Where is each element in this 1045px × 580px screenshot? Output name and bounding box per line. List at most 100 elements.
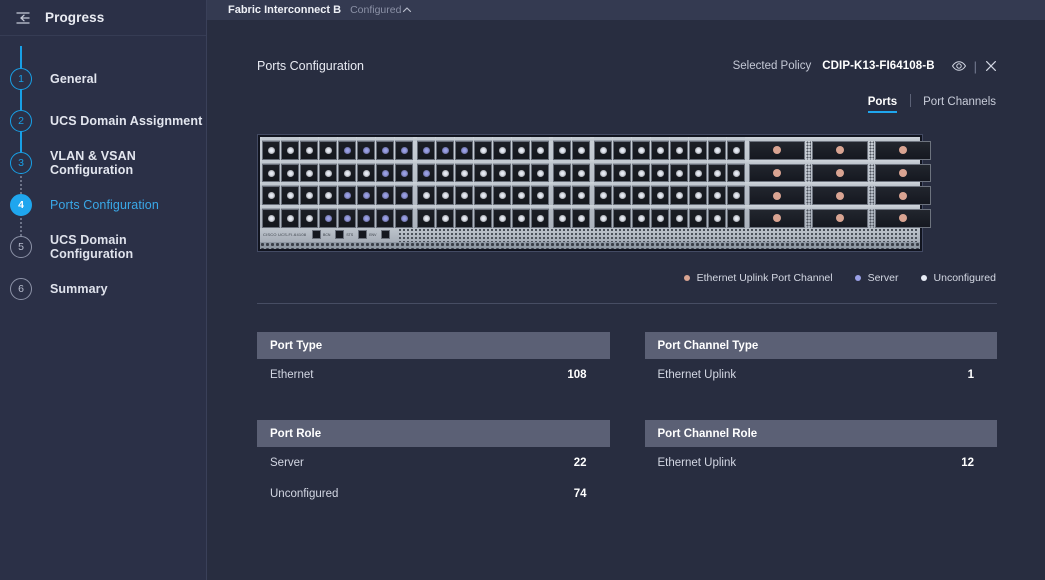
ethernet-port[interactable] <box>708 141 726 160</box>
ethernet-port[interactable] <box>613 163 631 183</box>
ethernet-port[interactable] <box>531 209 549 228</box>
sidebar-step-vlan-vsan-configuration[interactable]: 3 VLAN & VSAN Configuration <box>0 142 206 184</box>
ethernet-port[interactable] <box>594 141 612 160</box>
ethernet-port[interactable] <box>727 186 745 206</box>
ethernet-port[interactable] <box>531 163 549 183</box>
close-icon[interactable] <box>985 60 997 72</box>
ethernet-port[interactable] <box>319 163 337 183</box>
ethernet-port[interactable] <box>281 163 299 183</box>
sidebar-step-ports-configuration[interactable]: 4 Ports Configuration <box>0 184 206 226</box>
ethernet-port[interactable] <box>300 141 318 160</box>
tab-port-channels[interactable]: Port Channels <box>923 96 996 113</box>
ethernet-port[interactable] <box>553 141 571 160</box>
ethernet-port[interactable] <box>512 163 530 183</box>
ethernet-port[interactable] <box>493 209 511 228</box>
ethernet-port[interactable] <box>572 163 590 183</box>
ethernet-port[interactable] <box>417 186 435 206</box>
ethernet-port[interactable] <box>319 209 337 228</box>
ethernet-port[interactable] <box>357 163 375 183</box>
ethernet-port[interactable] <box>553 163 571 183</box>
ethernet-port[interactable] <box>689 186 707 206</box>
ethernet-port[interactable] <box>689 141 707 160</box>
ethernet-port[interactable] <box>651 186 669 206</box>
port-bank-row-2[interactable] <box>260 163 931 183</box>
ethernet-port[interactable] <box>474 163 492 183</box>
ethernet-port[interactable] <box>474 209 492 228</box>
ethernet-port[interactable] <box>436 209 454 228</box>
ethernet-port[interactable] <box>727 163 745 183</box>
sidebar-step-ucs-domain-assignment[interactable]: 2 UCS Domain Assignment <box>0 100 206 142</box>
ethernet-port[interactable] <box>632 141 650 160</box>
ethernet-port[interactable] <box>512 209 530 228</box>
ethernet-port[interactable] <box>572 141 590 160</box>
ethernet-port[interactable] <box>512 186 530 206</box>
ethernet-port[interactable] <box>493 141 511 160</box>
ethernet-port[interactable] <box>319 186 337 206</box>
ethernet-port[interactable] <box>632 163 650 183</box>
ethernet-port[interactable] <box>357 209 375 228</box>
ethernet-port[interactable] <box>417 141 435 160</box>
ethernet-port[interactable] <box>376 209 394 228</box>
ethernet-port[interactable] <box>594 209 612 228</box>
ethernet-port[interactable] <box>395 209 413 228</box>
ethernet-port[interactable] <box>281 209 299 228</box>
fabric-interconnect-port-diagram[interactable]: CISCO UCS-FI-64108 BCN STS ENV <box>257 134 931 252</box>
ethernet-port[interactable] <box>436 163 454 183</box>
ethernet-port[interactable] <box>553 186 571 206</box>
ethernet-port[interactable] <box>572 186 590 206</box>
ethernet-port[interactable] <box>474 141 492 160</box>
ethernet-port[interactable] <box>395 163 413 183</box>
collapse-sidebar-icon[interactable] <box>14 9 32 27</box>
ethernet-port[interactable] <box>281 141 299 160</box>
ethernet-port[interactable] <box>708 209 726 228</box>
ethernet-port[interactable] <box>357 186 375 206</box>
ethernet-port[interactable] <box>493 186 511 206</box>
fabric-interconnect-accordion-header[interactable]: Fabric Interconnect B Configured <box>207 0 1045 20</box>
ethernet-port[interactable] <box>376 163 394 183</box>
ethernet-port[interactable] <box>594 163 612 183</box>
ethernet-port[interactable] <box>727 141 745 160</box>
chevron-up-icon[interactable] <box>401 4 413 16</box>
ethernet-port[interactable] <box>436 141 454 160</box>
ethernet-port[interactable] <box>455 186 473 206</box>
ethernet-port[interactable] <box>455 163 473 183</box>
ethernet-port[interactable] <box>300 163 318 183</box>
ethernet-port[interactable] <box>632 186 650 206</box>
ethernet-port[interactable] <box>572 209 590 228</box>
port-bank-row-1[interactable] <box>260 141 931 160</box>
ethernet-port[interactable] <box>338 186 356 206</box>
ethernet-port[interactable] <box>632 209 650 228</box>
ethernet-port[interactable] <box>708 163 726 183</box>
ethernet-port[interactable] <box>262 163 280 183</box>
ethernet-port[interactable] <box>319 141 337 160</box>
ethernet-port[interactable] <box>300 209 318 228</box>
ethernet-port[interactable] <box>531 186 549 206</box>
ethernet-port[interactable] <box>262 209 280 228</box>
ethernet-port[interactable] <box>338 209 356 228</box>
ethernet-port[interactable] <box>670 163 688 183</box>
ethernet-port[interactable] <box>651 141 669 160</box>
ethernet-port[interactable] <box>474 186 492 206</box>
beacon-button[interactable] <box>312 230 321 240</box>
ethernet-port[interactable] <box>689 209 707 228</box>
ethernet-port[interactable] <box>338 163 356 183</box>
ethernet-port[interactable] <box>670 141 688 160</box>
ethernet-port[interactable] <box>651 163 669 183</box>
ethernet-port[interactable] <box>594 186 612 206</box>
ethernet-port[interactable] <box>455 141 473 160</box>
ethernet-port[interactable] <box>689 163 707 183</box>
ethernet-port[interactable] <box>338 141 356 160</box>
ethernet-port[interactable] <box>553 209 571 228</box>
ethernet-port[interactable] <box>357 141 375 160</box>
eye-icon[interactable] <box>935 58 967 74</box>
ethernet-port[interactable] <box>395 141 413 160</box>
ethernet-port[interactable] <box>727 209 745 228</box>
ethernet-port[interactable] <box>613 186 631 206</box>
ethernet-port[interactable] <box>281 186 299 206</box>
ethernet-port[interactable] <box>708 186 726 206</box>
ethernet-port[interactable] <box>670 186 688 206</box>
ethernet-port[interactable] <box>417 209 435 228</box>
ethernet-port[interactable] <box>613 209 631 228</box>
port-bank-row-4[interactable] <box>260 209 931 228</box>
ethernet-port[interactable] <box>512 141 530 160</box>
